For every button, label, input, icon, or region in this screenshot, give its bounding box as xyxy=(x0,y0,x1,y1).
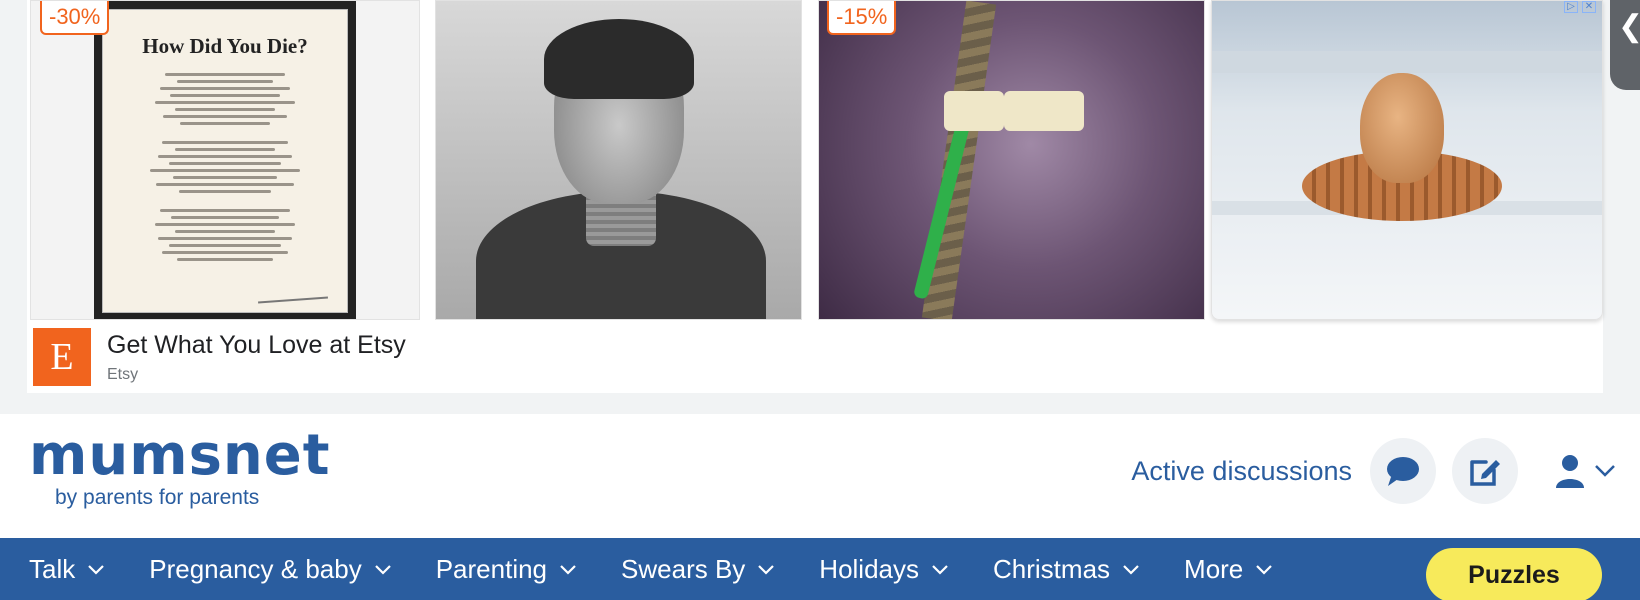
edit-icon xyxy=(1470,460,1500,486)
nav-item-pregnancy-baby[interactable]: Pregnancy & baby xyxy=(149,554,391,585)
chevron-down-icon xyxy=(374,564,391,575)
discount-badge: -15% xyxy=(827,1,897,35)
ad-close-icon[interactable]: ✕ xyxy=(1582,1,1596,13)
user-icon xyxy=(1556,455,1584,488)
main-nav: Talk Pregnancy & baby Parenting Swears B… xyxy=(0,538,1640,600)
ad-tile-wool[interactable]: -15% xyxy=(818,0,1205,320)
ad-headline[interactable]: Get What You Love at Etsy xyxy=(107,331,406,360)
header-actions: Active discussions xyxy=(1131,438,1616,504)
chevron-down-icon xyxy=(932,564,948,575)
new-post-button[interactable] xyxy=(1452,438,1518,504)
logo-wordmark: mumsnet xyxy=(29,423,331,488)
wool-label xyxy=(944,91,1004,131)
adchoices-info-icon[interactable]: ▷ xyxy=(1564,1,1578,13)
ad-image-grid: -30% How Did You Die? -15% ▷ ✕ xyxy=(30,0,1603,320)
window-sill xyxy=(1212,51,1602,73)
active-discussions-button[interactable] xyxy=(1370,438,1436,504)
chevron-down-icon xyxy=(758,564,775,575)
chevron-down-icon xyxy=(1123,564,1139,575)
nav-item-holidays[interactable]: Holidays xyxy=(819,554,949,585)
portrait-hair xyxy=(544,19,694,99)
chevron-down-icon xyxy=(88,564,105,575)
adchoices-icon[interactable]: ▷ ✕ xyxy=(1564,1,1596,13)
ad-tile-octopus[interactable]: ▷ ✕ xyxy=(1211,0,1603,320)
chevron-down-icon xyxy=(560,564,576,575)
chevron-down-icon xyxy=(1256,564,1273,575)
discount-badge: -30% xyxy=(40,1,110,35)
ad-advertiser: Etsy xyxy=(107,365,139,383)
side-panel-tab[interactable]: ❮ xyxy=(1610,0,1640,90)
wool-label xyxy=(1004,91,1084,131)
nav-item-more[interactable]: More xyxy=(1184,554,1273,585)
octopus-head xyxy=(1360,73,1444,183)
chevron-down-icon xyxy=(1595,465,1615,477)
nav-item-christmas[interactable]: Christmas xyxy=(993,554,1140,585)
puzzles-button[interactable]: Puzzles xyxy=(1426,548,1602,600)
mumsnet-logo[interactable]: mumsnet by parents for parents xyxy=(29,428,331,510)
logo-tagline: by parents for parents xyxy=(55,486,260,509)
poster-title: How Did You Die? xyxy=(142,34,308,58)
nav-item-swears-by[interactable]: Swears By xyxy=(621,554,775,585)
etsy-logo-icon: E xyxy=(33,328,91,386)
ad-footer[interactable]: E Get What You Love at Etsy Etsy xyxy=(33,328,406,386)
speech-bubble-icon xyxy=(1387,457,1419,486)
active-discussions-link[interactable]: Active discussions xyxy=(1131,456,1352,487)
chevron-left-icon: ❮ xyxy=(1618,10,1640,43)
ad-tile-poster[interactable]: -30% How Did You Die? xyxy=(30,0,420,320)
nav-item-talk[interactable]: Talk xyxy=(29,554,105,585)
poster-image: How Did You Die? xyxy=(94,1,356,319)
nav-item-parenting[interactable]: Parenting xyxy=(436,554,577,585)
account-menu[interactable] xyxy=(1554,454,1616,488)
ad-tile-portrait[interactable] xyxy=(435,0,802,320)
site-header: mumsnet by parents for parents Active di… xyxy=(0,414,1640,538)
signature xyxy=(258,296,328,304)
etsy-ad[interactable]: -30% How Did You Die? -15% ▷ ✕ E Get Wha… xyxy=(27,0,1603,393)
